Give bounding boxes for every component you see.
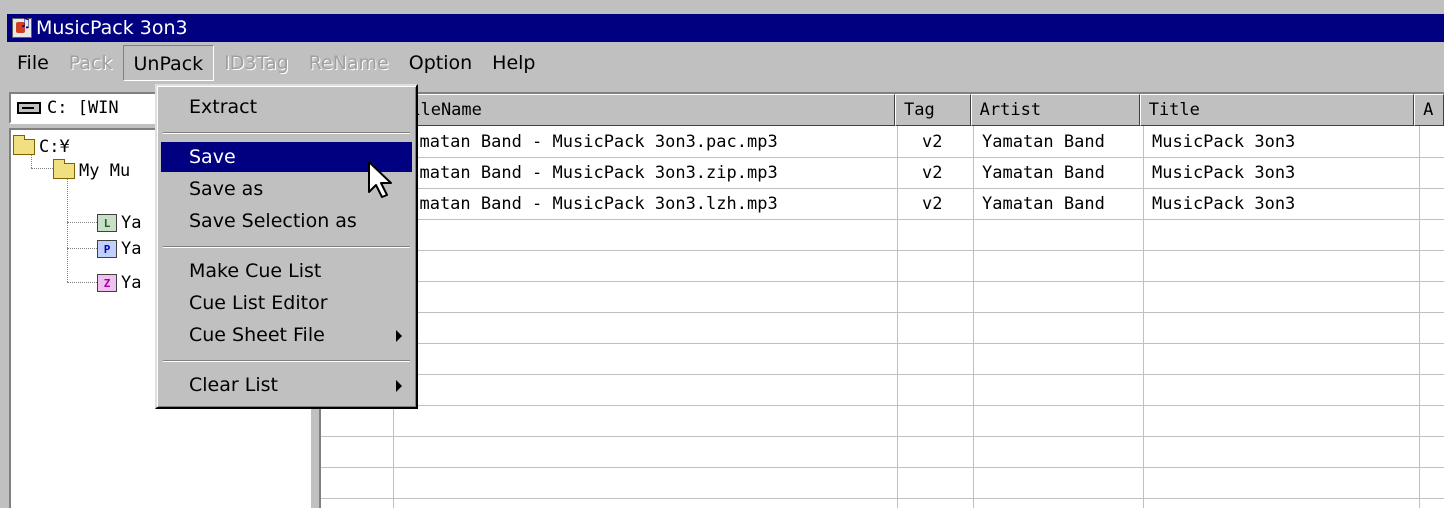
tree-item-label: Ya [121,273,142,293]
menu-option[interactable]: Option [399,45,482,81]
grid-line [321,405,1444,406]
folder-open-icon [13,135,35,155]
grid-line [321,343,1444,344]
cell-title: MusicPack 3on3 [1152,132,1296,152]
folder-open-icon [53,159,75,179]
menu-item-label: Cue Sheet File [189,324,325,346]
archive-lzh-icon: L [97,214,117,232]
tree-item-label: Ya [121,213,142,233]
menu-separator [163,132,410,134]
cell-tag: v2 [922,163,943,183]
grid-line [321,498,1444,499]
grid-line [321,436,1444,437]
list-header: FileName Tag Artist Title A [321,94,1444,126]
grid-line [321,467,1444,468]
menu-rename[interactable]: ReName [299,45,399,81]
menu-separator [163,360,410,362]
tree-line [67,222,97,223]
menu-item-cue-sheet-file[interactable]: Cue Sheet File [161,320,412,350]
tree-line [31,168,53,169]
tree-line [67,178,68,282]
archive-pac-icon: P [97,240,117,258]
tree-line [67,282,97,283]
window-title: MusicPack 3on3 [36,17,188,39]
column-header-tag[interactable]: Tag [895,94,971,126]
tree-line [67,248,97,249]
grid-line [321,281,1444,282]
tree-item-label: C:¥ [39,137,70,157]
table-row[interactable]: Yamatan Band - MusicPack 3on3.pac.mp3 v2… [321,127,1420,158]
table-row[interactable]: Yamatan Band - MusicPack 3on3.zip.mp3 v2… [321,158,1420,189]
column-header-a[interactable]: A [1414,94,1444,126]
table-row[interactable]: Yamatan Band - MusicPack 3on3.lzh.mp3 v2… [321,189,1420,220]
tree-item-child[interactable]: Z Ya [97,270,141,296]
grid-line [321,312,1444,313]
menu-item-make-cue-list[interactable]: Make Cue List [161,256,412,286]
archive-zip-icon: Z [97,274,117,292]
menu-pack[interactable]: Pack [59,45,123,81]
tree-item-label: Ya [121,239,142,259]
tree-item-child[interactable]: P Ya [97,236,141,262]
tree-item-child[interactable]: L Ya [97,210,141,236]
cell-artist: Yamatan Band [982,194,1105,214]
cell-title: MusicPack 3on3 [1152,163,1296,183]
menu-item-clear-list[interactable]: Clear List [161,370,412,400]
tree-item-root[interactable]: C:¥ [13,134,70,160]
hard-drive-icon [17,102,41,114]
menu-id3tag[interactable]: ID3Tag [214,45,299,81]
mouse-cursor-icon [368,161,392,198]
cell-tag: v2 [922,132,943,152]
submenu-arrow-icon [396,380,402,392]
menu-unpack[interactable]: UnPack [122,45,215,81]
menu-separator [163,246,410,248]
file-list[interactable]: FileName Tag Artist Title A Yamatan Band… [319,92,1444,508]
submenu-arrow-icon [396,330,402,342]
cell-title: MusicPack 3on3 [1152,194,1296,214]
column-header-title[interactable]: Title [1139,94,1415,126]
menu-file[interactable]: File [7,45,59,81]
menu-bar: File Pack UnPack ID3Tag ReName Option He… [7,42,1444,84]
tree-item-my-music[interactable]: My Mu [53,158,130,184]
cell-artist: Yamatan Band [982,163,1105,183]
title-bar: MusicPack 3on3 [7,14,1444,42]
menu-item-label: Clear List [189,374,278,396]
unpack-menu: Extract Save Save as Save Selection as M… [155,84,418,409]
drive-selector-value: C: [WIN [47,98,119,118]
grid-line [321,374,1444,375]
grid-line [321,250,1444,251]
cell-artist: Yamatan Band [982,132,1105,152]
menu-item-save-selection-as[interactable]: Save Selection as [161,206,412,236]
column-header-artist[interactable]: Artist [970,94,1140,126]
menu-help[interactable]: Help [482,45,545,81]
app-icon[interactable] [12,16,32,38]
menu-item-extract[interactable]: Extract [161,92,412,122]
cell-tag: v2 [922,194,943,214]
tree-item-label: My Mu [79,161,131,181]
menu-item-cue-list-editor[interactable]: Cue List Editor [161,288,412,318]
